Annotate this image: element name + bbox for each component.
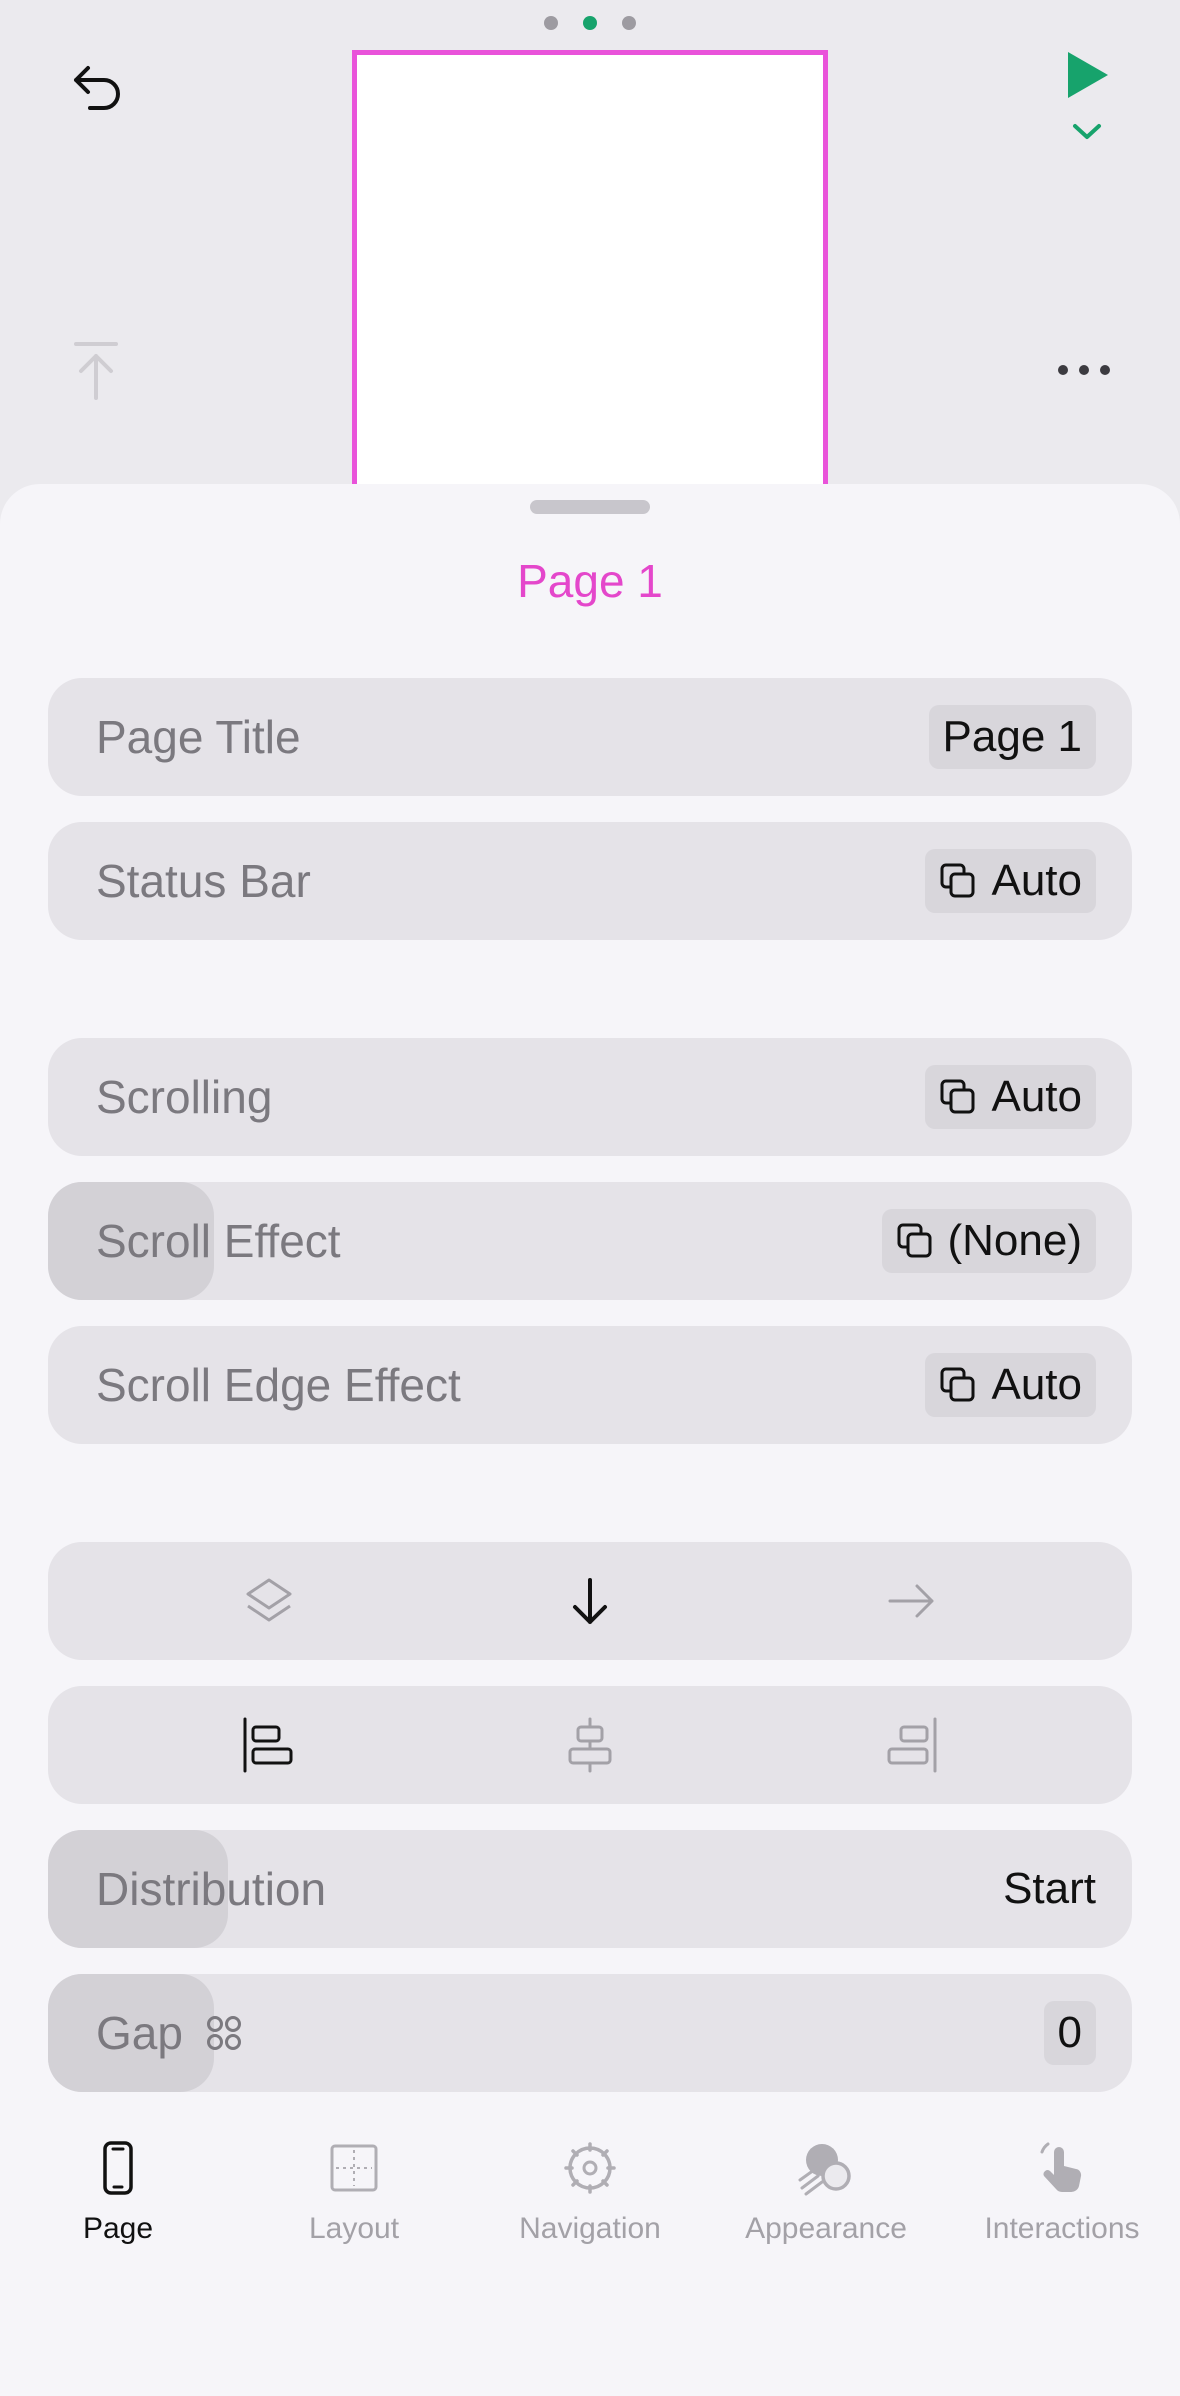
gap-label: Gap [96,2007,183,2059]
export-button[interactable] [64,336,128,406]
tab-layout[interactable]: Layout [236,2140,472,2280]
canvas-area [0,0,1180,510]
scroll-edge-effect-text: Auto [991,1360,1082,1409]
gap-value[interactable]: 0 [1043,2001,1096,2065]
gap-value-text: 0 [1057,2008,1082,2057]
sheet-grabber[interactable] [530,500,650,514]
ellipsis-icon [1058,365,1110,375]
page-title-label: Page Title [96,711,301,763]
direction-option-stack[interactable] [209,1561,329,1641]
alignment-option-right[interactable] [851,1705,971,1785]
page-indicator [0,16,1180,30]
arrow-right-icon [888,1584,934,1618]
tab-interactions-label: Interactions [984,2212,1140,2245]
phone-icon [103,2141,133,2195]
direction-option-vertical[interactable] [530,1561,650,1641]
undo-arrow-icon [74,66,120,110]
more-button[interactable] [1050,350,1118,390]
page-title-text: Page 1 [942,712,1082,761]
tab-appearance-label: Appearance [745,2212,907,2245]
grid-dots-icon [206,2016,241,2050]
page-title-value[interactable]: Page 1 [928,705,1096,769]
scroll-edge-effect-label: Scroll Edge Effect [96,1359,461,1411]
tab-layout-label: Layout [308,2212,400,2245]
page-dot[interactable] [544,16,558,30]
copy-icon [940,1367,975,1402]
status-bar-value[interactable]: Auto [925,849,1096,913]
scroll-effect-label: Scroll Effect [96,1215,341,1267]
gap-label-group: Gap [96,2006,243,2060]
undo-button[interactable] [60,52,132,124]
arrow-down-icon [572,1578,607,1624]
distribution-row[interactable]: Distribution Start [48,1830,1132,1948]
copy-icon [897,1223,931,1258]
page-dot[interactable] [622,16,636,30]
inspector-sheet: Page 1 Page Title Page 1 Status Bar Auto… [0,484,1180,2396]
status-bar-text: Auto [991,856,1082,905]
hand-tap-icon [1040,2142,1082,2193]
scrolling-value[interactable]: Auto [925,1065,1096,1129]
page-dot-active[interactable] [583,16,597,30]
tab-interactions[interactable]: Interactions [944,2140,1180,2280]
align-center-icon [568,1717,612,1773]
play-icon [1068,52,1108,98]
scroll-effect-text: (None) [947,1216,1083,1265]
play-button[interactable] [1052,48,1122,152]
scrolling-row[interactable]: Scrolling Auto [48,1038,1132,1156]
tab-page[interactable]: Page [0,2140,236,2280]
tab-navigation-label: Navigation [519,2212,661,2245]
scroll-effect-value[interactable]: (None) [881,1209,1096,1273]
scroll-edge-effect-value[interactable]: Auto [925,1353,1096,1417]
scroll-effect-row[interactable]: Scroll Effect (None) [48,1182,1132,1300]
alignment-segmented-control [48,1686,1132,1804]
arrow-up-to-line-icon [74,342,118,400]
sheet-title: Page 1 [517,555,663,607]
direction-segmented-control [48,1542,1132,1660]
scrolling-text: Auto [991,1072,1082,1121]
page-title-row[interactable]: Page Title Page 1 [48,678,1132,796]
page-preview-surface [361,59,819,510]
scrolling-label: Scrolling [96,1071,273,1123]
align-right-icon [887,1717,937,1773]
tab-appearance[interactable]: Appearance [708,2140,944,2280]
direction-option-horizontal[interactable] [851,1561,971,1641]
inspector-tab-bar: Page Layout Navigation Appearance Intera… [0,2140,1180,2280]
appearance-icon [798,2144,851,2196]
distribution-label: Distribution [96,1863,327,1915]
status-bar-row[interactable]: Status Bar Auto [48,822,1132,940]
page-preview-frame[interactable] [352,50,828,510]
align-left-icon [243,1717,293,1773]
layout-grid-icon [330,2144,378,2192]
alignment-option-left[interactable] [209,1705,329,1785]
alignment-option-center[interactable] [530,1705,650,1785]
copy-icon [940,863,975,898]
distribution-value[interactable]: Start [1003,1864,1096,1914]
tab-navigation[interactable]: Navigation [472,2140,708,2280]
copy-icon [940,1079,975,1114]
stack-layers-icon [246,1578,292,1622]
chevron-down-icon [1073,124,1101,139]
status-bar-label: Status Bar [96,855,311,907]
navigation-gear-icon [564,2142,616,2194]
tab-page-label: Page [82,2212,154,2245]
gap-row[interactable]: Gap 0 [48,1974,1132,2092]
scroll-edge-effect-row[interactable]: Scroll Edge Effect Auto [48,1326,1132,1444]
